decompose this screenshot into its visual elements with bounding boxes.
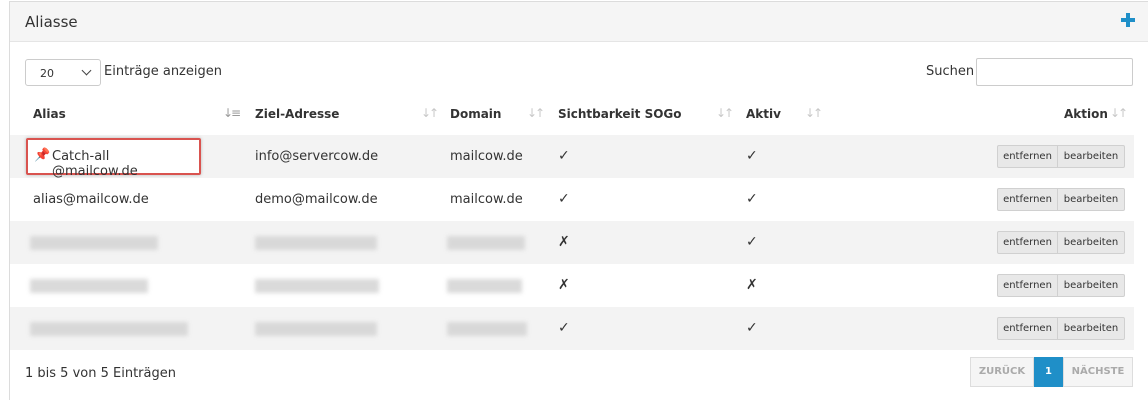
edit-button[interactable]: bearbeiten — [1057, 145, 1125, 168]
column-header-alias[interactable]: Alias — [33, 107, 66, 121]
sogo-visibility-mark: ✓ — [558, 148, 570, 164]
table-row: alias@mailcow.de demo@mailcow.de mailcow… — [10, 178, 1134, 221]
active-mark: ✓ — [746, 148, 758, 164]
blurred-target — [255, 322, 377, 336]
sort-icon[interactable]: ↓↑ — [1110, 106, 1128, 120]
column-header-active[interactable]: Aktiv — [746, 107, 781, 121]
panel-heading: Aliasse — [10, 2, 1148, 42]
chevron-down-icon — [81, 65, 92, 76]
entries-length-select[interactable]: 20 — [25, 59, 101, 86]
blurred-domain — [447, 279, 522, 293]
sort-icon[interactable]: ↓↑ — [805, 106, 823, 120]
active-mark: ✓ — [746, 234, 758, 250]
catch-all-alias-highlight: 📌 Catch-all @mailcow.de — [26, 138, 201, 179]
active-mark: ✗ — [746, 277, 758, 293]
blurred-domain — [447, 322, 527, 336]
table-row: ✗ ✓ entfernen bearbeiten — [10, 221, 1134, 264]
blurred-alias — [30, 322, 188, 336]
alias-cell: Catch-all @mailcow.de — [52, 149, 138, 179]
sort-icon[interactable]: ↓↑ — [421, 106, 439, 120]
column-header-target[interactable]: Ziel-Adresse — [255, 107, 339, 121]
column-header-sogo[interactable]: Sichtbarkeit SOGo — [558, 107, 682, 121]
blurred-domain — [447, 236, 525, 250]
column-header-domain[interactable]: Domain — [450, 107, 501, 121]
domain-cell: mailcow.de — [450, 149, 523, 164]
search-label: Suchen — [926, 64, 975, 79]
pin-icon: 📌 — [34, 148, 51, 163]
sogo-visibility-mark: ✓ — [558, 320, 570, 336]
next-page-button[interactable]: NÄCHSTE — [1063, 357, 1133, 387]
blurred-alias — [30, 236, 158, 250]
delete-button[interactable]: entfernen — [997, 317, 1058, 340]
domain-cell: mailcow.de — [450, 192, 523, 207]
current-page-button[interactable]: 1 — [1034, 357, 1063, 387]
edit-button[interactable]: bearbeiten — [1057, 317, 1125, 340]
sort-icon[interactable]: ↓↑ — [527, 106, 545, 120]
table-row: ✗ ✗ entfernen bearbeiten — [10, 264, 1134, 307]
edit-button[interactable]: bearbeiten — [1057, 188, 1125, 211]
add-alias-plus-icon[interactable] — [1120, 12, 1136, 28]
target-cell: demo@mailcow.de — [255, 192, 378, 207]
column-header-action[interactable]: Aktion — [1064, 107, 1108, 121]
table-info: 1 bis 5 von 5 Einträgen — [25, 366, 176, 381]
delete-button[interactable]: entfernen — [997, 188, 1058, 211]
target-cell: info@servercow.de — [255, 149, 379, 164]
aliases-panel: Aliasse 20 Einträge anzeigen Suchen Alia… — [9, 1, 1148, 400]
delete-button[interactable]: entfernen — [997, 145, 1058, 168]
panel-title: Aliasse — [25, 13, 78, 31]
blurred-target — [255, 236, 377, 250]
edit-button[interactable]: bearbeiten — [1057, 231, 1125, 254]
edit-button[interactable]: bearbeiten — [1057, 274, 1125, 297]
table-row: ✓ ✓ entfernen bearbeiten — [10, 307, 1134, 350]
active-mark: ✓ — [746, 320, 758, 336]
alias-cell: alias@mailcow.de — [33, 192, 149, 207]
sogo-visibility-mark: ✓ — [558, 191, 570, 207]
blurred-alias — [30, 279, 148, 293]
entries-length-value: 20 — [40, 67, 54, 80]
active-mark: ✓ — [746, 191, 758, 207]
blurred-target — [255, 279, 379, 293]
delete-button[interactable]: entfernen — [997, 274, 1058, 297]
sogo-visibility-mark: ✗ — [558, 234, 570, 250]
table-header: Alias ↓≡ Ziel-Adresse ↓↑ Domain ↓↑ Sicht… — [10, 98, 1134, 135]
prev-page-button[interactable]: ZURÜCK — [970, 357, 1034, 387]
sogo-visibility-mark: ✗ — [558, 277, 570, 293]
delete-button[interactable]: entfernen — [997, 231, 1058, 254]
sort-icon[interactable]: ↓↑ — [716, 106, 734, 120]
entries-length-label: Einträge anzeigen — [104, 64, 222, 79]
search-input[interactable] — [976, 58, 1133, 86]
sort-asc-icon[interactable]: ↓≡ — [223, 106, 241, 120]
